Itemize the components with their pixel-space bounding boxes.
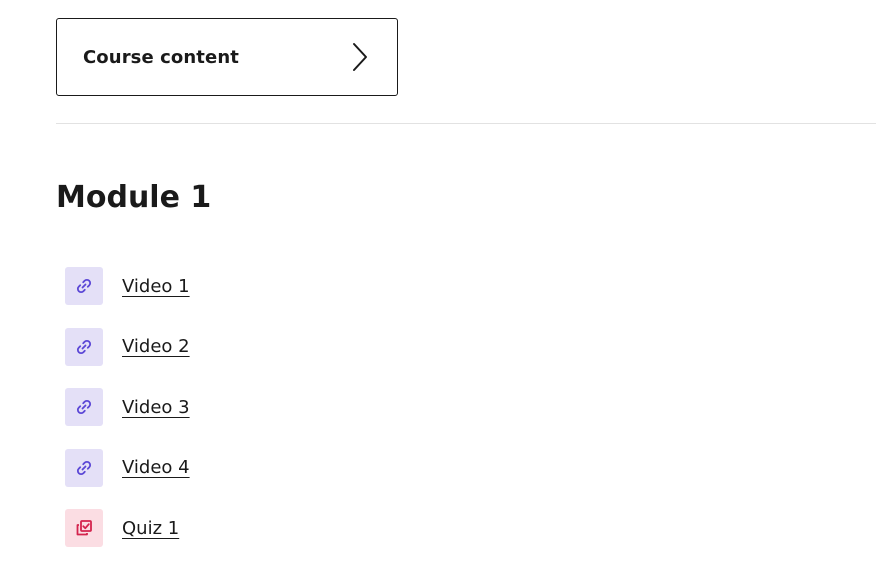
divider xyxy=(56,123,876,124)
link-icon xyxy=(65,327,103,366)
link-icon xyxy=(65,448,103,487)
module-item-video-1[interactable]: Video 1 xyxy=(65,266,190,306)
course-content-button[interactable]: Course content xyxy=(56,18,398,96)
module-item-link[interactable]: Video 4 xyxy=(122,457,190,478)
course-content-label: Course content xyxy=(83,46,239,68)
module-item-video-4[interactable]: Video 4 xyxy=(65,448,190,488)
module-item-link[interactable]: Video 1 xyxy=(122,276,190,297)
link-icon xyxy=(65,388,103,426)
quiz-icon xyxy=(65,509,103,547)
module-item-quiz-1[interactable]: Quiz 1 xyxy=(65,508,190,548)
chevron-right-icon xyxy=(353,43,367,71)
module-item-link[interactable]: Video 2 xyxy=(122,336,190,357)
module-item-video-2[interactable]: Video 2 xyxy=(65,327,190,367)
page: Course content Module 1 Video 1 Video 2 … xyxy=(0,0,876,577)
module-item-list: Video 1 Video 2 Video 3 Video 4 Quiz 1 xyxy=(65,266,190,569)
module-item-link[interactable]: Quiz 1 xyxy=(122,518,179,539)
link-icon xyxy=(65,267,103,305)
module-item-link[interactable]: Video 3 xyxy=(122,397,190,418)
module-item-video-3[interactable]: Video 3 xyxy=(65,387,190,427)
module-title: Module 1 xyxy=(56,180,212,215)
